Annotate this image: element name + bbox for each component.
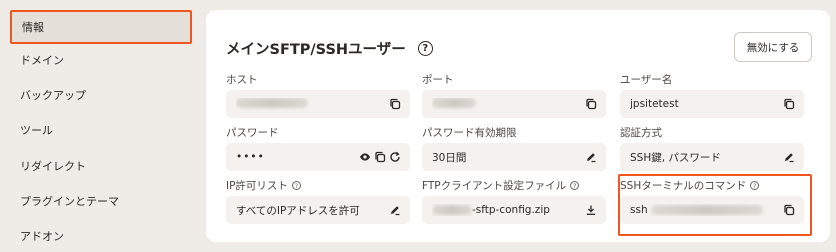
- sidebar-item-domains[interactable]: ドメイン: [10, 43, 192, 77]
- username-label-text: ユーザー名: [620, 74, 673, 86]
- password-field: ••••: [226, 143, 410, 171]
- redacted-port: [432, 97, 476, 108]
- ip-allowlist-label: IP許可リスト ?: [226, 178, 301, 193]
- username-value: jpsitetest: [630, 98, 679, 110]
- copy-icon[interactable]: [388, 97, 402, 111]
- host-field: [226, 90, 410, 118]
- port-value: [432, 97, 580, 111]
- copy-icon[interactable]: [373, 150, 387, 164]
- sidebar-item-label: プラグインとテーマ: [20, 195, 119, 208]
- ip-allowlist-label-text: IP許可リスト: [226, 180, 288, 192]
- sidebar-item-addons[interactable]: アドオン: [10, 219, 192, 252]
- ftp-config-value: -sftp-config.zip: [432, 204, 580, 216]
- password-value: ••••: [236, 151, 265, 163]
- disable-button[interactable]: 無効にする: [734, 32, 812, 62]
- ftp-config-label-text: FTPクライアント設定ファイル: [422, 180, 567, 192]
- username-field: jpsitetest: [620, 90, 804, 118]
- port-label-text: ポート: [422, 74, 454, 86]
- ssh-command-label: SSHターミナルのコマンド ?: [620, 178, 760, 193]
- title-row: メインSFTP/SSHユーザー ?: [226, 38, 433, 59]
- host-label-text: ホスト: [226, 74, 258, 86]
- copy-icon[interactable]: [782, 97, 796, 111]
- help-icon[interactable]: ?: [291, 181, 301, 190]
- auth-method-label: 認証方式: [620, 125, 662, 140]
- port-field: [422, 90, 606, 118]
- page-title: メインSFTP/SSHユーザー: [226, 42, 406, 58]
- auth-method-label-text: 認証方式: [620, 127, 662, 139]
- ssh-command-prefix: ssh: [630, 204, 648, 216]
- password-expiry-label-text: パスワード有効期限: [422, 127, 517, 139]
- sidebar-item-backups[interactable]: バックアップ: [10, 78, 192, 112]
- password-expiry-value: 30日間: [432, 151, 467, 164]
- help-icon[interactable]: ?: [750, 181, 760, 190]
- sidebar-item-label: ツール: [20, 124, 53, 137]
- password-expiry-field: 30日間: [422, 143, 606, 171]
- username-label: ユーザー名: [620, 72, 672, 87]
- sidebar-item-label: アドオン: [20, 230, 64, 243]
- copy-icon[interactable]: [584, 97, 598, 111]
- ssh-command-label-text: SSHターミナルのコマンド: [620, 180, 747, 192]
- help-icon[interactable]: ?: [570, 181, 580, 190]
- sidebar-item-label: バックアップ: [20, 89, 86, 102]
- sidebar-item-redirects[interactable]: リダイレクト: [10, 149, 192, 183]
- edit-icon[interactable]: [584, 150, 598, 164]
- redacted-ssh-target: [650, 205, 763, 215]
- sidebar-item-info[interactable]: 情報: [10, 10, 192, 44]
- sidebar-item-label: リダイレクト: [20, 160, 86, 173]
- redacted-host: [236, 97, 308, 108]
- auth-method-value: SSH鍵, パスワード: [630, 151, 721, 164]
- ssh-command-field: ssh: [620, 196, 804, 224]
- ftp-config-filename: -sftp-config.zip: [472, 204, 550, 216]
- download-icon[interactable]: [584, 203, 598, 217]
- sidebar-item-label: ドメイン: [20, 54, 64, 67]
- help-icon[interactable]: ?: [417, 41, 433, 56]
- host-label: ホスト: [226, 72, 258, 87]
- copy-icon[interactable]: [782, 203, 796, 217]
- ftp-config-label: FTPクライアント設定ファイル ?: [422, 178, 580, 193]
- password-label: パスワード: [226, 125, 279, 140]
- sftp-ssh-card: メインSFTP/SSHユーザー ? 無効にする ホスト ポート ユーザー名 jp…: [206, 10, 830, 242]
- sidebar: 情報 ドメイン バックアップ ツール リダイレクト プラグインとテーマ アドオン: [0, 0, 200, 252]
- port-label: ポート: [422, 72, 454, 87]
- refresh-icon[interactable]: [388, 150, 402, 164]
- ip-allowlist-value: すべてのIPアドレスを許可: [236, 204, 360, 217]
- sidebar-item-plugins-themes[interactable]: プラグインとテーマ: [10, 184, 192, 218]
- sidebar-item-label: 情報: [22, 21, 44, 34]
- ftp-config-field: -sftp-config.zip: [422, 196, 606, 224]
- password-label-text: パスワード: [226, 127, 279, 139]
- ip-allowlist-field: すべてのIPアドレスを許可: [226, 196, 410, 224]
- edit-icon[interactable]: [388, 203, 402, 217]
- host-value: [236, 97, 384, 111]
- eye-icon[interactable]: [358, 150, 372, 164]
- redacted-filename: [432, 205, 472, 215]
- edit-icon[interactable]: [782, 150, 796, 164]
- sidebar-item-tools[interactable]: ツール: [10, 113, 192, 147]
- ssh-command-value: ssh: [630, 204, 778, 216]
- auth-method-field: SSH鍵, パスワード: [620, 143, 804, 171]
- password-expiry-label: パスワード有効期限: [422, 125, 517, 140]
